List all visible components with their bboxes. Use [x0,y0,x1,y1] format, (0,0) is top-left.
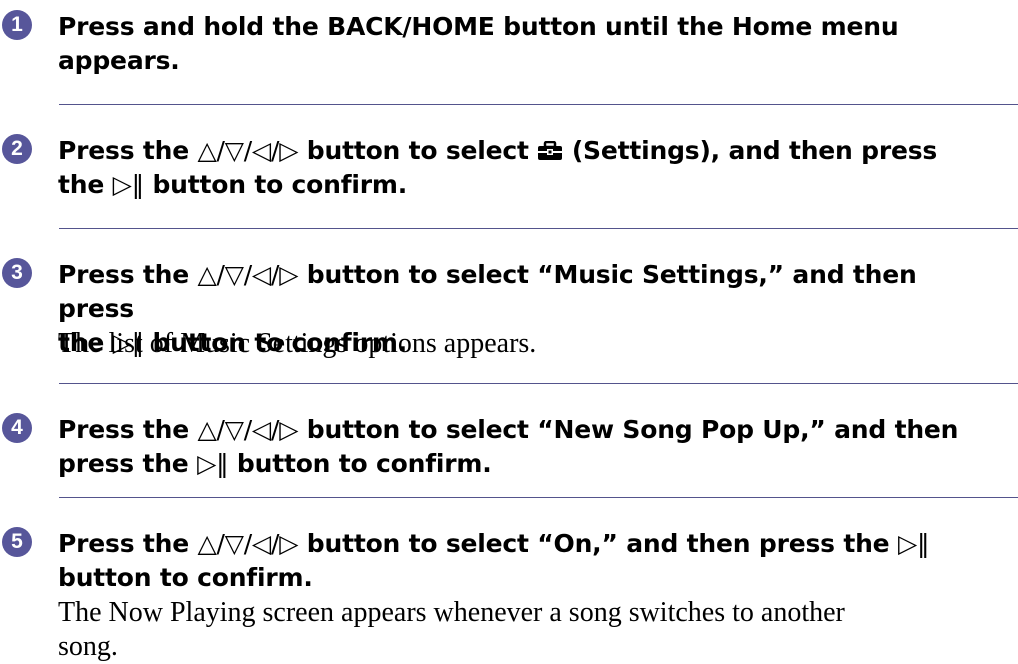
play-pause-symbol: ▷‖ [197,449,229,478]
step-1-line-2: appears. [58,46,180,75]
direction-buttons-symbol: △/▽/◁/▷ [197,415,299,444]
step-3-note: The list of Music Settings options appea… [58,328,537,359]
step-5-note-line-2: song. [58,631,118,662]
step-number-2: 2 [2,134,32,164]
step-5-text: Press the [58,529,198,558]
direction-buttons-symbol: △/▽/◁/▷ [197,529,299,558]
step-5-text: button to select “On,” and then press th… [298,529,898,558]
step-number-4: 4 [2,413,32,443]
step-4-text: Press the [58,415,198,444]
step-number-3: 3 [2,258,32,288]
step-2-text: the [58,170,113,199]
divider [59,497,1018,498]
step-5-text: button to confirm. [58,563,313,592]
step-2-text: button to select [298,136,538,165]
step-4-text: button to select “New Song Pop Up,” and … [298,415,959,444]
divider [59,383,1018,384]
direction-buttons-symbol: △/▽/◁/▷ [197,260,299,289]
step-number-5: 5 [2,527,32,557]
step-5-note-line-1: The Now Playing screen appears whenever … [58,597,845,628]
step-2-text: (Settings), and then press [563,136,938,165]
step-3-text: Press the [58,260,198,289]
step-4-text: press the [58,449,198,478]
direction-buttons-symbol: △/▽/◁/▷ [197,136,299,165]
divider [59,228,1018,229]
step-5-heading: Press the △/▽/◁/▷ button to select “On,”… [58,527,993,595]
play-pause-symbol: ▷‖ [112,170,145,199]
divider [59,104,1018,105]
step-4-heading: Press the △/▽/◁/▷ button to select “New … [58,413,993,481]
toolbox-icon [538,141,563,160]
step-2-text: button to confirm. [143,170,408,199]
step-1-line-1: Press and hold the BACK/HOME button unti… [58,12,899,41]
instruction-page: { "steps": [ { "number": "1", "line1": "… [0,0,1018,663]
step-number-1: 1 [2,10,32,40]
step-5-note: The Now Playing screen appears whenever … [58,596,978,664]
step-1-heading: Press and hold the BACK/HOME button unti… [58,10,993,78]
step-2-text: Press the [58,136,198,165]
step-4-text: button to confirm. [228,449,492,478]
play-pause-symbol: ▷‖ [897,529,930,558]
step-2-heading: Press the △/▽/◁/▷ button to select (Sett… [58,134,993,202]
